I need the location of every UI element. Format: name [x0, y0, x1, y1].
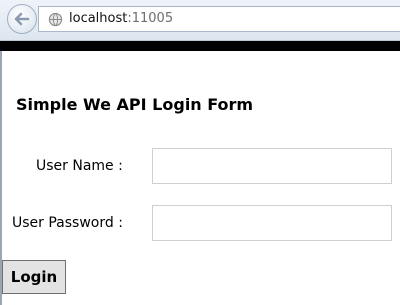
globe-icon: [48, 12, 63, 27]
url-port: :11005: [127, 11, 174, 26]
page-title: Simple We API Login Form: [16, 95, 254, 114]
username-label: User Name :: [36, 158, 123, 174]
username-input[interactable]: [152, 148, 392, 184]
url-host: localhost: [69, 11, 128, 26]
header-band: [0, 41, 400, 51]
address-bar[interactable]: localhost:11005: [38, 6, 400, 32]
login-button[interactable]: Login: [2, 260, 66, 294]
password-label: User Password :: [12, 215, 123, 231]
password-input[interactable]: [152, 205, 392, 241]
back-button[interactable]: [7, 4, 37, 34]
back-arrow-icon: [14, 12, 30, 26]
url-text: localhost:11005: [69, 11, 173, 26]
browser-toolbar: localhost:11005: [0, 0, 400, 41]
